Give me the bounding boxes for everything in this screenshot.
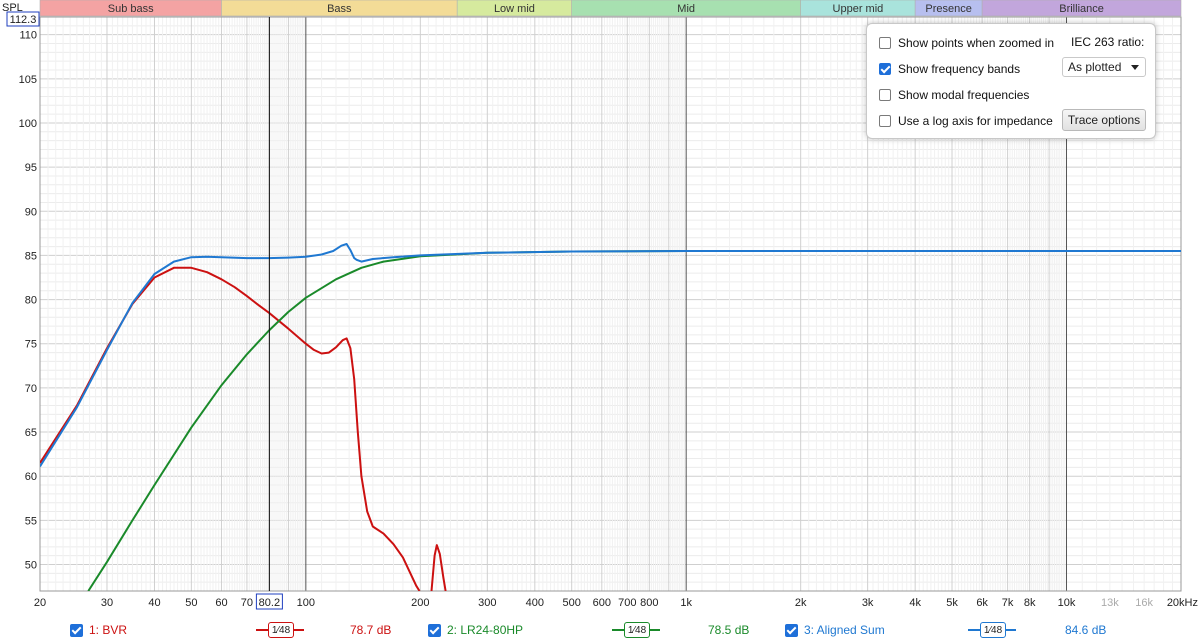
log-impedance-option[interactable]: Use a log axis for impedance <box>879 112 1053 130</box>
trace-options-button[interactable]: Trace options <box>1062 109 1146 131</box>
band-label: Presence <box>925 3 971 15</box>
show-bands-label: Show frequency bands <box>898 62 1021 76</box>
y-tick-label: 55 <box>25 515 37 527</box>
iec-ratio-label: IEC 263 ratio: <box>1071 35 1145 49</box>
y-tick-label: 70 <box>25 383 37 395</box>
show-points-option[interactable]: Show points when zoomed in <box>879 34 1054 52</box>
x-tick-label: 800 <box>640 597 658 609</box>
y-tick-label: 100 <box>19 118 37 130</box>
legend-item-aligned-sum[interactable]: 3: Aligned Sum <box>785 620 885 640</box>
x-tick-label: 13k <box>1101 597 1119 609</box>
x-tick-label: 500 <box>563 597 581 609</box>
show-bands-option[interactable]: Show frequency bands <box>879 60 1020 78</box>
x-tick-label: 600 <box>593 597 611 609</box>
legend-checkbox-lr24[interactable] <box>428 623 441 637</box>
band-label: Low mid <box>494 3 535 15</box>
band-label: Sub bass <box>108 3 154 15</box>
x-tick-label: 30 <box>101 597 113 609</box>
y-tick-label: 75 <box>25 339 37 351</box>
iec-ratio-select[interactable]: As plotted <box>1062 57 1146 77</box>
show-points-label: Show points when zoomed in <box>898 36 1055 50</box>
legend-value-bvr: 78.7 dB <box>350 623 392 637</box>
x-axis-ticks: 203040506070801002003004005006007008001k… <box>34 597 1198 609</box>
y-tick-label: 65 <box>25 427 37 439</box>
x-tick-label: 700 <box>618 597 636 609</box>
smoothing-badge-lr24[interactable]: 1⁄48 <box>624 622 650 638</box>
x-tick-label: 70 <box>241 597 253 609</box>
y-tick-label: 50 <box>25 560 37 572</box>
show-modal-label: Show modal frequencies <box>898 88 1030 102</box>
y-tick-label: 60 <box>25 471 37 483</box>
x-tick-label: 5k <box>946 597 958 609</box>
x-tick-label: 60 <box>215 597 227 609</box>
x-tick-label: 1k <box>680 597 692 609</box>
show-modal-checkbox[interactable] <box>879 89 891 101</box>
legend-item-lr24[interactable]: 2: LR24-80HP <box>428 620 523 640</box>
band-label: Brilliance <box>1059 3 1104 15</box>
x-tick-label: 6k <box>976 597 988 609</box>
legend-label-aligned-sum: 3: Aligned Sum <box>804 623 885 637</box>
smoothing-badge-bvr[interactable]: 1⁄48 <box>268 622 294 638</box>
legend-label-lr24: 2: LR24-80HP <box>447 623 524 637</box>
x-tick-label: 50 <box>185 597 197 609</box>
smoothing-control-lr24[interactable]: 1⁄48 <box>612 622 660 638</box>
cursor-freq-readout: 80.2 <box>259 597 280 609</box>
band-label: Bass <box>327 3 352 15</box>
legend-checkbox-bvr[interactable] <box>70 623 83 637</box>
x-tick-label: 3k <box>862 597 874 609</box>
graph-options-panel: Show points when zoomed in IEC 263 ratio… <box>866 23 1156 139</box>
show-modal-option[interactable]: Show modal frequencies <box>879 86 1029 104</box>
y-tick-label: 95 <box>25 162 37 174</box>
show-bands-checkbox[interactable] <box>879 63 891 75</box>
legend-label-bvr: 1: BVR <box>89 623 128 637</box>
chevron-down-icon <box>1131 65 1139 70</box>
x-tick-label: 20 <box>34 597 46 609</box>
y-tick-label: 105 <box>19 74 37 86</box>
frequency-band-strip: Sub bass Bass Low mid Mid Upper mid Presence B… <box>39 0 1182 17</box>
x-tick-label: 300 <box>478 597 496 609</box>
band-label: Mid <box>677 3 695 15</box>
show-points-checkbox[interactable] <box>879 37 891 49</box>
legend-item-bvr[interactable]: 1: BVR <box>70 620 127 640</box>
log-impedance-checkbox[interactable] <box>879 115 891 127</box>
smoothing-control-bvr[interactable]: 1⁄48 <box>256 622 304 638</box>
y-tick-label: 110 <box>19 30 37 42</box>
band-label: Upper mid <box>833 3 884 15</box>
log-impedance-label: Use a log axis for impedance <box>898 114 1053 128</box>
y-axis-ticks: 50 55 60 65 70 75 80 85 90 95 100 105 110 <box>19 30 37 572</box>
x-tick-label: 10k <box>1058 597 1076 609</box>
legend-value-lr24: 78.5 dB <box>708 623 750 637</box>
y-tick-label: 85 <box>25 250 37 262</box>
legend-value-aligned-sum: 84.6 dB <box>1065 623 1107 637</box>
x-tick-label: 8k <box>1024 597 1036 609</box>
x-tick-label: 40 <box>148 597 160 609</box>
x-tick-label: 400 <box>526 597 544 609</box>
x-tick-label: 2k <box>795 597 807 609</box>
x-tick-label: 20kHz <box>1167 597 1198 609</box>
y-tick-label: 80 <box>25 295 37 307</box>
x-tick-label: 16k <box>1135 597 1153 609</box>
x-tick-label: 7k <box>1002 597 1014 609</box>
y-tick-label: 90 <box>25 206 37 218</box>
smoothing-badge-aligned-sum[interactable]: 1⁄48 <box>980 622 1006 638</box>
legend-checkbox-aligned-sum[interactable] <box>785 623 798 637</box>
cursor-spl-readout: 112.3 <box>10 14 37 26</box>
iec-ratio-select-value: As plotted <box>1068 60 1122 74</box>
x-tick-label: 4k <box>909 597 921 609</box>
x-tick-label: 200 <box>411 597 429 609</box>
smoothing-control-aligned-sum[interactable]: 1⁄48 <box>968 622 1016 638</box>
x-tick-label: 100 <box>297 597 315 609</box>
